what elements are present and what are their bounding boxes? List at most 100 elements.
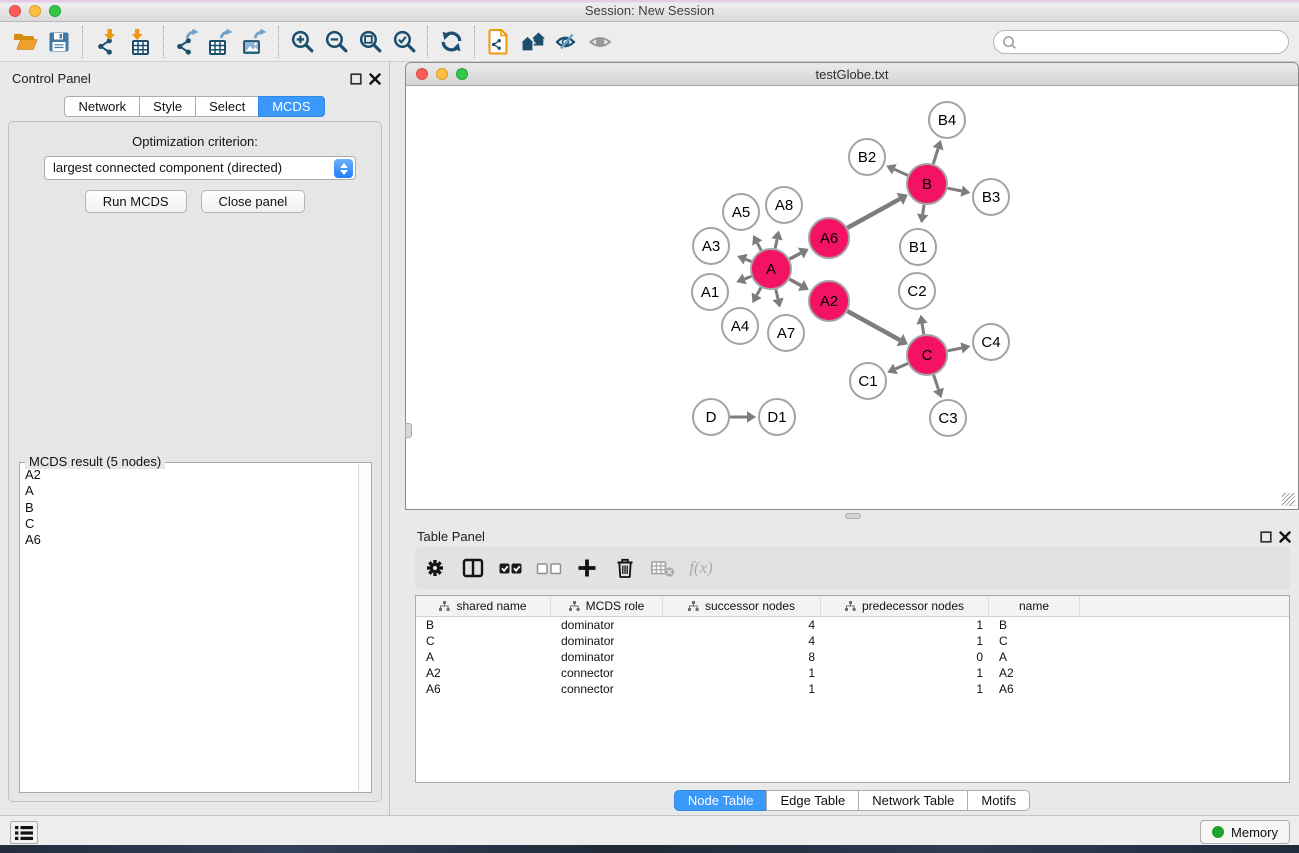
node-C2[interactable]: C2 [899,273,935,309]
table-cell[interactable]: dominator [551,633,663,649]
node-C3[interactable]: C3 [930,400,966,436]
node-A3[interactable]: A3 [693,228,729,264]
table-cell[interactable]: 4 [663,617,821,633]
show-task-history-button[interactable] [10,821,38,844]
edge-A-A4[interactable] [757,287,761,295]
table-cell[interactable]: connector [551,665,663,681]
table-cell[interactable]: dominator [551,649,663,665]
table-row[interactable]: Adominator80A [416,649,1289,665]
table-row[interactable]: Cdominator41C [416,633,1289,649]
column-header-predecessor-nodes[interactable]: predecessor nodes [821,596,989,616]
table-cell[interactable]: C [416,633,551,649]
table-cell[interactable]: B [989,617,1080,633]
node-B[interactable]: B [907,164,947,204]
run-mcds-button[interactable]: Run MCDS [85,190,187,213]
node-A[interactable]: A [751,249,791,289]
zoom-selected-button[interactable] [387,25,421,59]
table-row[interactable]: Bdominator41B [416,617,1289,633]
table-cell[interactable]: B [416,617,551,633]
table-cell[interactable]: dominator [551,617,663,633]
node-B1[interactable]: B1 [900,229,936,265]
tab-network-table[interactable]: Network Table [858,790,968,811]
table-cell[interactable]: A2 [416,665,551,681]
close-panel-button[interactable]: Close panel [201,190,306,213]
table-cell[interactable]: A6 [416,681,551,697]
node-A2[interactable]: A2 [809,281,849,321]
node-C[interactable]: C [907,335,947,375]
mcds-result-item[interactable]: A [22,483,357,499]
show-graphics-button[interactable] [583,25,617,59]
edge-C-C1[interactable] [895,363,907,368]
save-session-button[interactable] [42,25,76,59]
table-cell[interactable]: 1 [821,665,989,681]
resize-grip-icon[interactable] [1282,493,1295,506]
open-file-button[interactable] [8,25,42,59]
tab-select[interactable]: Select [195,96,259,117]
tab-edge-table[interactable]: Edge Table [766,790,859,811]
edge-B-B1[interactable] [923,205,924,215]
table-row[interactable]: A6connector11A6 [416,681,1289,697]
column-header-successor-nodes[interactable]: successor nodes [663,596,821,616]
mcds-result-item[interactable]: C [22,516,357,532]
edge-C-C4[interactable] [948,348,962,351]
close-panel-icon[interactable] [369,72,381,90]
close-panel-icon[interactable] [1279,530,1291,548]
tab-style[interactable]: Style [139,96,196,117]
table-cell[interactable]: 1 [821,633,989,649]
result-scrollbar[interactable] [358,464,370,791]
zoom-fit-button[interactable] [353,25,387,59]
table-cell[interactable]: A [416,649,551,665]
export-image-button[interactable] [238,25,272,59]
table-cell[interactable]: 1 [663,665,821,681]
export-table-button[interactable] [204,25,238,59]
tab-node-table[interactable]: Node Table [674,790,768,811]
mcds-result-item[interactable]: A2 [22,467,357,483]
panel-grabber-icon[interactable] [405,423,412,438]
edge-A-A3[interactable] [746,259,752,261]
column-header-shared-name[interactable]: shared name [416,596,551,616]
node-A5[interactable]: A5 [723,194,759,230]
float-panel-icon[interactable] [350,72,362,90]
edge-A-A8[interactable] [775,239,777,248]
mcds-result-item[interactable]: B [22,500,357,516]
node-A4[interactable]: A4 [722,308,758,344]
mcds-result-list[interactable]: A2ABCA6 [22,467,357,790]
table-cell[interactable]: A6 [989,681,1080,697]
create-column-button[interactable] [574,555,600,581]
edge-A-A6[interactable] [790,253,801,259]
import-table-button[interactable] [123,25,157,59]
style-preview-button[interactable] [549,25,583,59]
criterion-dropdown[interactable]: largest connected component (directed) [44,156,356,180]
table-settings-button[interactable] [422,555,448,581]
edge-A-A2[interactable] [789,279,801,285]
table-cell[interactable]: 1 [821,617,989,633]
node-B3[interactable]: B3 [973,179,1009,215]
zoom-out-button[interactable] [319,25,353,59]
tab-mcds[interactable]: MCDS [258,96,324,117]
zoom-in-button[interactable] [285,25,319,59]
table-cell[interactable]: 1 [663,681,821,697]
node-B2[interactable]: B2 [849,139,885,175]
search-field[interactable] [993,30,1289,54]
node-C4[interactable]: C4 [973,324,1009,360]
edge-B-B3[interactable] [948,188,962,191]
duplicate-network-button[interactable] [481,25,515,59]
edge-A-A1[interactable] [745,276,752,279]
network-window-titlebar[interactable]: testGlobe.txt [406,63,1298,86]
unselect-all-columns-button[interactable] [536,555,562,581]
edge-A-A7[interactable] [776,289,778,298]
node-A7[interactable]: A7 [768,315,804,351]
refresh-network-button[interactable] [434,25,468,59]
edge-C-C2[interactable] [922,324,924,335]
edge-B-B2[interactable] [894,169,907,175]
edge-A-A5[interactable] [757,243,761,250]
delete-column-button[interactable] [612,555,638,581]
table-cell[interactable]: A2 [989,665,1080,681]
table-row[interactable]: A2connector11A2 [416,665,1289,681]
node-A1[interactable]: A1 [692,274,728,310]
node-B4[interactable]: B4 [929,102,965,138]
select-all-columns-button[interactable] [498,555,524,581]
import-network-button[interactable] [89,25,123,59]
node-D[interactable]: D [693,399,729,435]
tab-network[interactable]: Network [64,96,140,117]
